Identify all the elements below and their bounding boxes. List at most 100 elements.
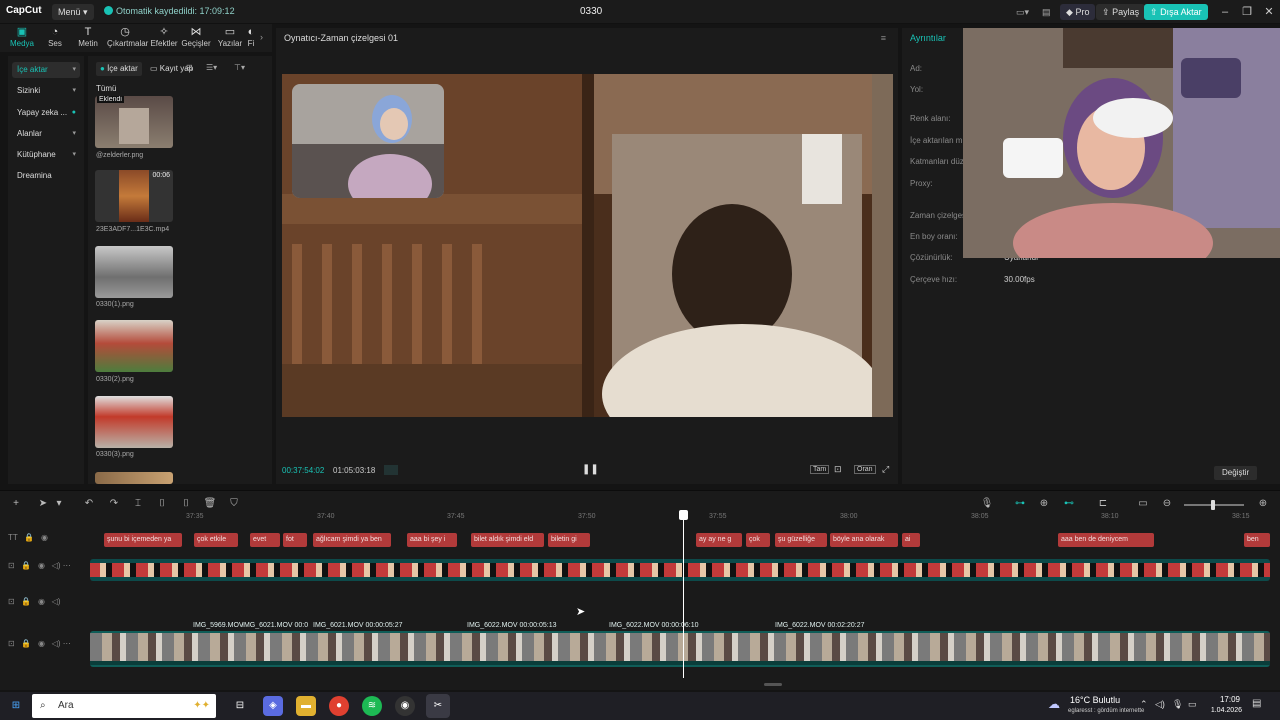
file-explorer-icon[interactable]: ▬ (296, 696, 316, 716)
caption-tool-icon[interactable]: ▭ (1136, 497, 1150, 511)
sidebar-item-library[interactable]: Kütüphane ▾ (12, 147, 80, 163)
picture-in-picture[interactable] (292, 84, 444, 198)
media-thumb-4[interactable] (95, 320, 173, 372)
chevron-right-icon[interactable]: › (260, 32, 263, 42)
zoom-slider-handle[interactable] (1211, 500, 1215, 510)
microphone-icon[interactable]: 🎙 (1172, 699, 1183, 710)
network-icon[interactable]: ▭ (1188, 699, 1197, 710)
pause-icon[interactable]: ❚❚ (582, 464, 599, 475)
split-icon[interactable]: ⌶ (131, 497, 145, 511)
speaker-icon[interactable]: ◁) (52, 561, 61, 570)
magnet-icon[interactable]: ⊶ (1013, 497, 1027, 511)
caption-clip[interactable]: ai (902, 533, 920, 547)
lock-icon[interactable]: 🔒 (21, 561, 31, 570)
speaker-icon[interactable]: ◁) (52, 639, 61, 648)
crop-icon[interactable]: ⊡ (834, 464, 842, 475)
copilot-icon[interactable]: ◈ (263, 696, 283, 716)
sidebar-item-yours[interactable]: Sizinki ▾ (12, 83, 80, 99)
zoom-slider[interactable] (1184, 500, 1244, 510)
sort-icon[interactable]: ☰▾ (206, 63, 217, 72)
task-view-icon[interactable]: ⊟ (230, 696, 250, 716)
tab-text[interactable]: T Metin (70, 26, 106, 52)
sidebar-item-import[interactable]: İçe aktar ▾ (12, 62, 80, 78)
menu-button[interactable]: Menü ▾ (52, 4, 94, 20)
eye-icon[interactable]: ◉ (41, 533, 48, 542)
export-button[interactable]: ⇧ Dışa Aktar (1144, 4, 1208, 20)
trim-left-icon[interactable]: ⌷ (155, 497, 169, 511)
obs-icon[interactable]: ◉ (395, 696, 415, 716)
add-icon[interactable]: + (9, 497, 23, 511)
tab-filters[interactable]: ◐ Fi (244, 26, 258, 52)
sidebar-item-ai[interactable]: Yapay zeka ... ● (12, 105, 80, 121)
shield-icon[interactable]: ⛉ (227, 497, 241, 511)
full-quality-button[interactable]: Tam (810, 465, 830, 474)
chevron-down-icon[interactable]: ▾ (52, 497, 66, 511)
select-tool-icon[interactable]: ➤ (36, 497, 50, 511)
minimize-icon[interactable]: – (1217, 4, 1233, 20)
media-thumb-2[interactable]: 00:06 (95, 170, 173, 222)
lock-icon[interactable]: 🔒 (24, 533, 34, 542)
eye-icon[interactable]: ◉ (38, 639, 45, 648)
eye-icon[interactable]: ◉ (38, 597, 45, 606)
caption-clip[interactable]: şu güzelliğe (775, 533, 827, 547)
chevron-up-icon[interactable]: ⌃ (1140, 699, 1148, 710)
caption-clip[interactable]: biletin gi (548, 533, 590, 547)
layout-icon[interactable]: ▭▾ (1010, 4, 1035, 20)
playhead-handle[interactable] (679, 510, 688, 520)
media-thumb-5[interactable] (95, 396, 173, 448)
caption-clip[interactable]: çok etkile (194, 533, 238, 547)
close-icon[interactable]: ✕ (1261, 4, 1277, 20)
tab-stickers[interactable]: ◷ Çıkartmalar (107, 26, 148, 52)
ratio-button[interactable]: Oran (854, 465, 876, 474)
notification-icon[interactable]: ▤ (1252, 698, 1261, 709)
chrome-icon[interactable]: ● (329, 696, 349, 716)
video-preview[interactable] (282, 74, 893, 417)
caption-clip[interactable]: fot (283, 533, 307, 547)
caption-clip[interactable]: aaa bi şey i (407, 533, 457, 547)
caption-clip[interactable]: ağlıcam şimdi ya ben (313, 533, 391, 547)
media-thumb-6[interactable] (95, 472, 173, 484)
sidebar-item-spaces[interactable]: Alanlar ▾ (12, 126, 80, 142)
shortcut-icon[interactable]: ▤ (1036, 4, 1057, 20)
change-button[interactable]: Değiştir (1214, 466, 1258, 480)
timeline-scrollbar[interactable] (764, 683, 782, 686)
caption-clip[interactable]: ay ay ne g (696, 533, 742, 547)
spotify-icon[interactable]: ≋ (362, 696, 382, 716)
zoom-in-icon[interactable]: ⊕ (1256, 497, 1270, 511)
zoom-out-icon[interactable]: ⊖ (1160, 497, 1174, 511)
sidebar-item-dreamina[interactable]: Dreamina (12, 168, 80, 184)
media-thumb-1[interactable]: Eklendi (95, 96, 173, 148)
more-icon[interactable]: ⋯ (63, 639, 71, 648)
import-button[interactable]: ● İçe aktar (96, 62, 142, 76)
tab-audio[interactable]: ◔ Ses (37, 26, 73, 52)
windows-start-icon[interactable]: ⊞ (6, 696, 26, 716)
lock-icon[interactable]: 🔒 (21, 639, 31, 648)
pro-button[interactable]: ◆ Pro (1060, 4, 1096, 20)
speaker-icon[interactable]: ◁) (1155, 699, 1165, 710)
caption-clip[interactable]: çok (746, 533, 770, 547)
tab-captions[interactable]: ▭ Yazılar (212, 26, 248, 52)
caption-clip[interactable]: evet (250, 533, 280, 547)
caption-clip[interactable]: böyle ana olarak (830, 533, 898, 547)
caption-clip[interactable]: aaa ben de deniycem (1058, 533, 1154, 547)
microphone-icon[interactable]: 🎙 (980, 497, 994, 511)
media-thumb-3[interactable] (95, 246, 173, 298)
share-button[interactable]: ⇪ Paylaş (1096, 4, 1146, 20)
link-icon[interactable]: ⊷ (1062, 497, 1076, 511)
video-track[interactable] (90, 631, 1270, 667)
preview-icon[interactable]: ⊏ (1096, 497, 1110, 511)
hamburger-icon[interactable]: ≡ (881, 33, 886, 43)
more-icon[interactable]: ⋯ (63, 561, 71, 570)
caption-clip[interactable]: bilet aldık şimdi eld (471, 533, 544, 547)
grid-view-icon[interactable]: ⊞ (186, 63, 193, 72)
redo-icon[interactable]: ↷ (107, 497, 121, 511)
tab-media[interactable]: ▣ Medya (4, 26, 40, 52)
sticker-track[interactable] (90, 559, 1270, 581)
speaker-icon[interactable]: ◁) (52, 597, 61, 606)
snap-icon[interactable]: ⊕ (1037, 497, 1051, 511)
maximize-icon[interactable]: ❐ (1239, 4, 1255, 20)
capcut-taskbar-icon[interactable]: ✂ (426, 694, 450, 718)
filter-icon[interactable]: ⊤▾ (234, 63, 245, 72)
tab-effects[interactable]: ✧ Efektler (146, 26, 182, 52)
undo-icon[interactable]: ↶ (82, 497, 96, 511)
